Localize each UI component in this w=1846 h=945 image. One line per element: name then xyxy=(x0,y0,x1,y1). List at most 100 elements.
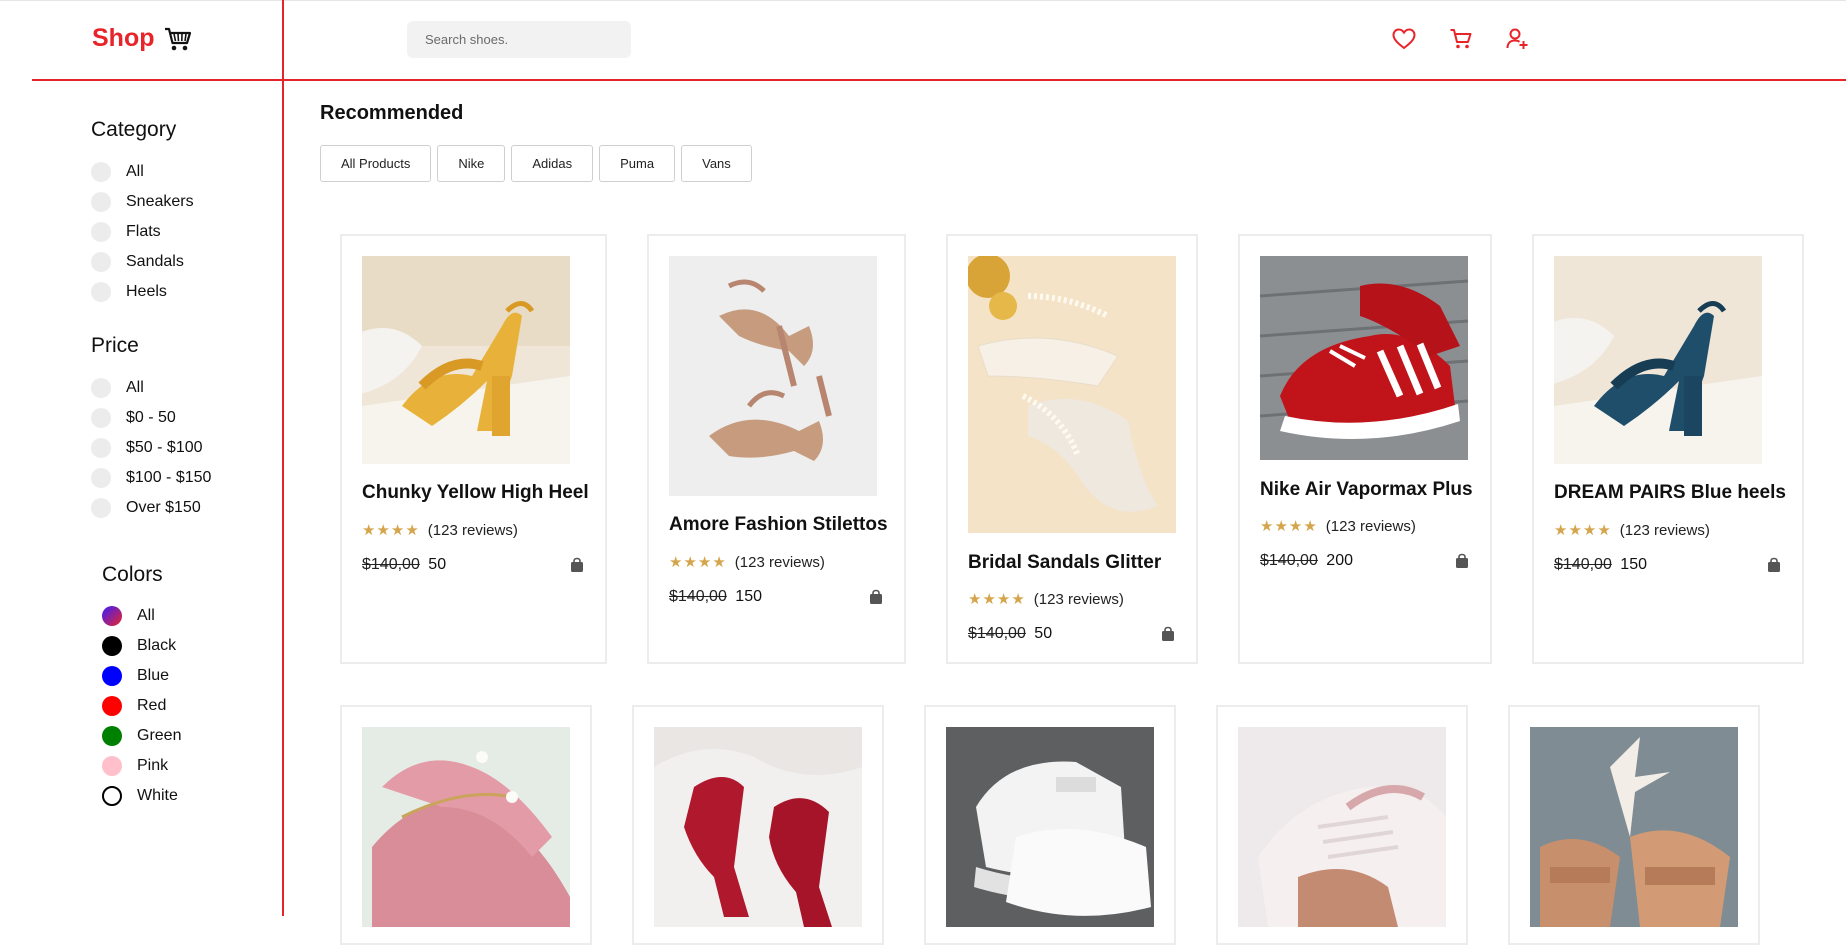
radio-button[interactable] xyxy=(91,192,111,212)
color-swatch-red[interactable] xyxy=(102,696,122,716)
product-price: $140,00 50 xyxy=(362,556,446,574)
product-card[interactable]: DREAM PAIRS Blue heels ★★★★(123 reviews)… xyxy=(1532,234,1804,664)
product-card[interactable]: Chunky Yellow High Heel ★★★★(123 reviews… xyxy=(340,234,607,664)
colors-title: Colors xyxy=(102,563,163,587)
color-option-green[interactable]: Green xyxy=(102,721,181,751)
product-card[interactable] xyxy=(1508,705,1760,945)
radio-button[interactable] xyxy=(91,408,111,428)
product-title[interactable]: Bridal Sandals Glitter xyxy=(968,552,1161,574)
shopping-bag-icon[interactable] xyxy=(1454,553,1470,569)
product-title[interactable]: DREAM PAIRS Blue heels xyxy=(1554,482,1786,504)
color-option-all[interactable]: All xyxy=(102,601,181,631)
price-option-50-100[interactable]: $50 - $100 xyxy=(91,433,211,463)
logo-text: Shop xyxy=(92,24,155,53)
product-rating: ★★★★(123 reviews) xyxy=(1260,517,1416,535)
filter-adidas-button[interactable]: Adidas xyxy=(511,145,593,182)
color-option-red[interactable]: Red xyxy=(102,691,181,721)
product-image-blue-heels[interactable] xyxy=(1554,256,1762,464)
radio-button[interactable] xyxy=(91,252,111,272)
product-card[interactable]: Nike Air Vapormax Plus ★★★★(123 reviews)… xyxy=(1238,234,1492,664)
color-option-white[interactable]: White xyxy=(102,781,181,811)
color-option-blue[interactable]: Blue xyxy=(102,661,181,691)
radio-button[interactable] xyxy=(91,222,111,242)
price-title: Price xyxy=(91,334,139,358)
product-card[interactable] xyxy=(632,705,884,945)
radio-button[interactable] xyxy=(91,162,111,182)
shopping-bag-icon[interactable] xyxy=(868,589,884,605)
category-option-sneakers[interactable]: Sneakers xyxy=(91,187,194,217)
radio-button[interactable] xyxy=(91,468,111,488)
price-option-0-50[interactable]: $0 - 50 xyxy=(91,403,211,433)
product-image-pink-pumps[interactable] xyxy=(362,727,570,927)
user-add-icon[interactable] xyxy=(1504,26,1530,52)
option-label: Sneakers xyxy=(126,193,194,211)
new-price: 50 xyxy=(1034,625,1052,642)
star-icons: ★★★★ xyxy=(968,590,1026,608)
radio-button[interactable] xyxy=(91,282,111,302)
category-option-heels[interactable]: Heels xyxy=(91,277,194,307)
product-image-white-sneakers[interactable] xyxy=(946,727,1154,927)
filter-all-products-button[interactable]: All Products xyxy=(320,145,431,182)
product-card[interactable] xyxy=(1216,705,1468,945)
top-border xyxy=(0,0,1846,1)
product-image-yellow-heel[interactable] xyxy=(362,256,570,464)
color-swatch-blue[interactable] xyxy=(102,666,122,686)
color-swatch-green[interactable] xyxy=(102,726,122,746)
category-option-all[interactable]: All xyxy=(91,157,194,187)
product-image-red-heels[interactable] xyxy=(654,727,862,927)
shopping-bag-icon[interactable] xyxy=(569,557,585,573)
product-title[interactable]: Chunky Yellow High Heel xyxy=(362,482,589,504)
color-option-pink[interactable]: Pink xyxy=(102,751,181,781)
option-label: Red xyxy=(137,697,166,715)
review-count: (123 reviews) xyxy=(735,554,825,571)
color-swatch-all[interactable] xyxy=(102,606,122,626)
review-count: (123 reviews) xyxy=(1034,591,1124,608)
shopping-bag-icon[interactable] xyxy=(1766,557,1782,573)
product-title[interactable]: Nike Air Vapormax Plus xyxy=(1260,479,1473,501)
category-option-flats[interactable]: Flats xyxy=(91,217,194,247)
category-option-sandals[interactable]: Sandals xyxy=(91,247,194,277)
product-image-glitter-stilettos[interactable] xyxy=(669,256,877,496)
filter-nike-button[interactable]: Nike xyxy=(437,145,505,182)
category-title: Category xyxy=(91,118,176,142)
heart-icon[interactable] xyxy=(1391,26,1417,52)
filter-vans-button[interactable]: Vans xyxy=(681,145,752,182)
star-icons: ★★★★ xyxy=(669,553,727,571)
radio-button[interactable] xyxy=(91,378,111,398)
old-price: $140,00 xyxy=(968,625,1026,642)
radio-button[interactable] xyxy=(91,498,111,518)
color-swatch-pink[interactable] xyxy=(102,756,122,776)
shopping-bag-icon[interactable] xyxy=(1160,626,1176,642)
search-input[interactable] xyxy=(407,21,631,58)
product-image-red-sneakers[interactable] xyxy=(1260,256,1468,460)
header-divider xyxy=(32,79,1846,81)
color-swatch-black[interactable] xyxy=(102,636,122,656)
option-label: Sandals xyxy=(126,253,184,271)
product-card[interactable]: Amore Fashion Stilettos ★★★★ (123 reviews… xyxy=(647,234,906,664)
product-image-tan-sandals[interactable] xyxy=(1530,727,1738,927)
price-option-100-150[interactable]: $100 - $150 xyxy=(91,463,211,493)
cart-icon[interactable] xyxy=(1448,26,1474,52)
star-icons: ★★★★ xyxy=(1260,517,1318,535)
product-title[interactable]: Amore Fashion Stilettos xyxy=(669,514,888,536)
filter-puma-button[interactable]: Puma xyxy=(599,145,675,182)
option-label: All xyxy=(126,163,144,181)
price-option-over-150[interactable]: Over $150 xyxy=(91,493,211,523)
product-card[interactable]: Bridal Sandals Glitter ★★★★ (123 reviews)… xyxy=(946,234,1198,664)
product-price: $140,00 150 xyxy=(1554,556,1647,574)
review-count: (123 reviews) xyxy=(428,522,518,539)
product-image-bridal-sandals[interactable] xyxy=(968,256,1176,533)
product-image-pink-sneakers[interactable] xyxy=(1238,727,1446,927)
product-rating: ★★★★(123 reviews) xyxy=(1554,521,1710,539)
product-price: $140,00 150 xyxy=(669,588,762,606)
radio-button[interactable] xyxy=(91,438,111,458)
new-price: 150 xyxy=(735,588,762,605)
product-card[interactable] xyxy=(924,705,1176,945)
product-card[interactable] xyxy=(340,705,592,945)
option-label: Blue xyxy=(137,667,169,685)
logo[interactable]: Shop xyxy=(92,24,193,53)
color-swatch-white[interactable] xyxy=(102,786,122,806)
category-filter-list: All Sneakers Flats Sandals Heels xyxy=(91,157,194,307)
price-option-all[interactable]: All xyxy=(91,373,211,403)
color-option-black[interactable]: Black xyxy=(102,631,181,661)
